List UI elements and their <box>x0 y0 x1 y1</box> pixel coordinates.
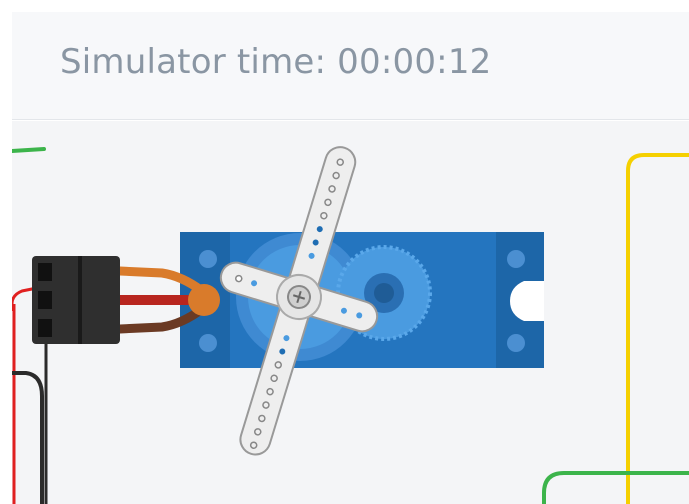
simulator-header: Simulator time: 00:00:12 <box>12 12 689 120</box>
circuit-canvas[interactable] <box>12 121 689 504</box>
servo-mount-hole <box>199 250 217 268</box>
black-wire[interactable] <box>12 371 44 504</box>
servo-mount-hole <box>199 334 217 352</box>
horn-hole <box>235 274 243 283</box>
connector-pin <box>38 263 52 281</box>
circuit-drawing <box>12 146 689 504</box>
servo-mount-hole <box>507 250 525 268</box>
connector-pin <box>38 291 52 309</box>
servo-connector[interactable] <box>32 256 120 344</box>
servo-cable-entry <box>188 284 220 316</box>
connector-pin <box>38 319 52 337</box>
servo-gear-hub-inner <box>374 283 394 303</box>
connector-divider <box>78 256 82 344</box>
green-wire-bottom[interactable] <box>542 471 689 504</box>
servo-mount-hole <box>507 334 525 352</box>
yellow-wire[interactable] <box>626 153 689 504</box>
simulator-time-label: Simulator time: 00:00:12 <box>60 42 492 82</box>
green-wire[interactable] <box>12 147 46 153</box>
simulator-window: Simulator time: 00:00:12 <box>0 0 689 504</box>
